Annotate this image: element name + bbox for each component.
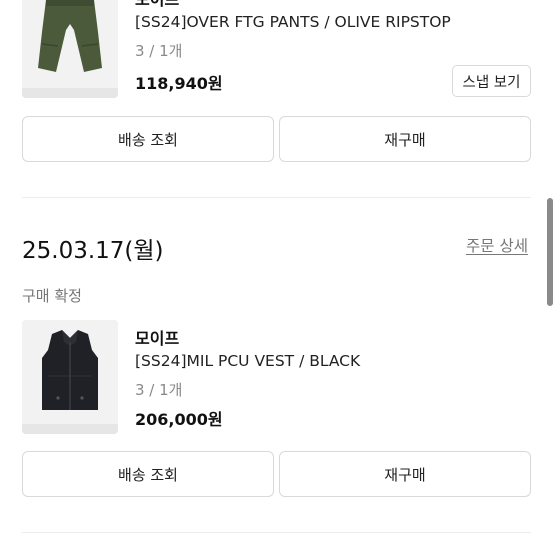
snap-view-button[interactable]: 스냅 보기 xyxy=(452,65,531,97)
brand-name: 모이프 xyxy=(135,329,180,348)
pants-image xyxy=(22,0,118,98)
brand-name: 모이프 xyxy=(135,0,179,10)
shipping-track-button[interactable]: 배송 조회 xyxy=(22,116,274,162)
shipping-track-button[interactable]: 배송 조회 xyxy=(22,451,274,497)
product-price: 118,940원 xyxy=(135,74,223,93)
product-thumbnail[interactable] xyxy=(22,320,118,434)
product-quantity: 3 / 1개 xyxy=(135,42,183,60)
order-date: 25.03.17(월) xyxy=(22,238,164,264)
product-name[interactable]: [SS24]OVER FTG PANTS / OLIVE RIPSTOP xyxy=(135,13,451,31)
product-price: 206,000원 xyxy=(135,410,223,429)
reorder-button[interactable]: 재구매 xyxy=(279,116,531,162)
order-status: 구매 확정 xyxy=(22,287,82,305)
scrollbar[interactable] xyxy=(547,198,553,306)
order-detail-link[interactable]: 주문 상세 xyxy=(466,234,528,256)
product-name[interactable]: [SS24]MIL PCU VEST / BLACK xyxy=(135,352,360,370)
vest-image xyxy=(22,320,118,434)
product-thumbnail[interactable] xyxy=(22,0,118,98)
section-divider xyxy=(22,532,531,533)
product-quantity: 3 / 1개 xyxy=(135,381,183,399)
section-divider xyxy=(22,197,531,198)
reorder-button[interactable]: 재구매 xyxy=(279,451,531,497)
